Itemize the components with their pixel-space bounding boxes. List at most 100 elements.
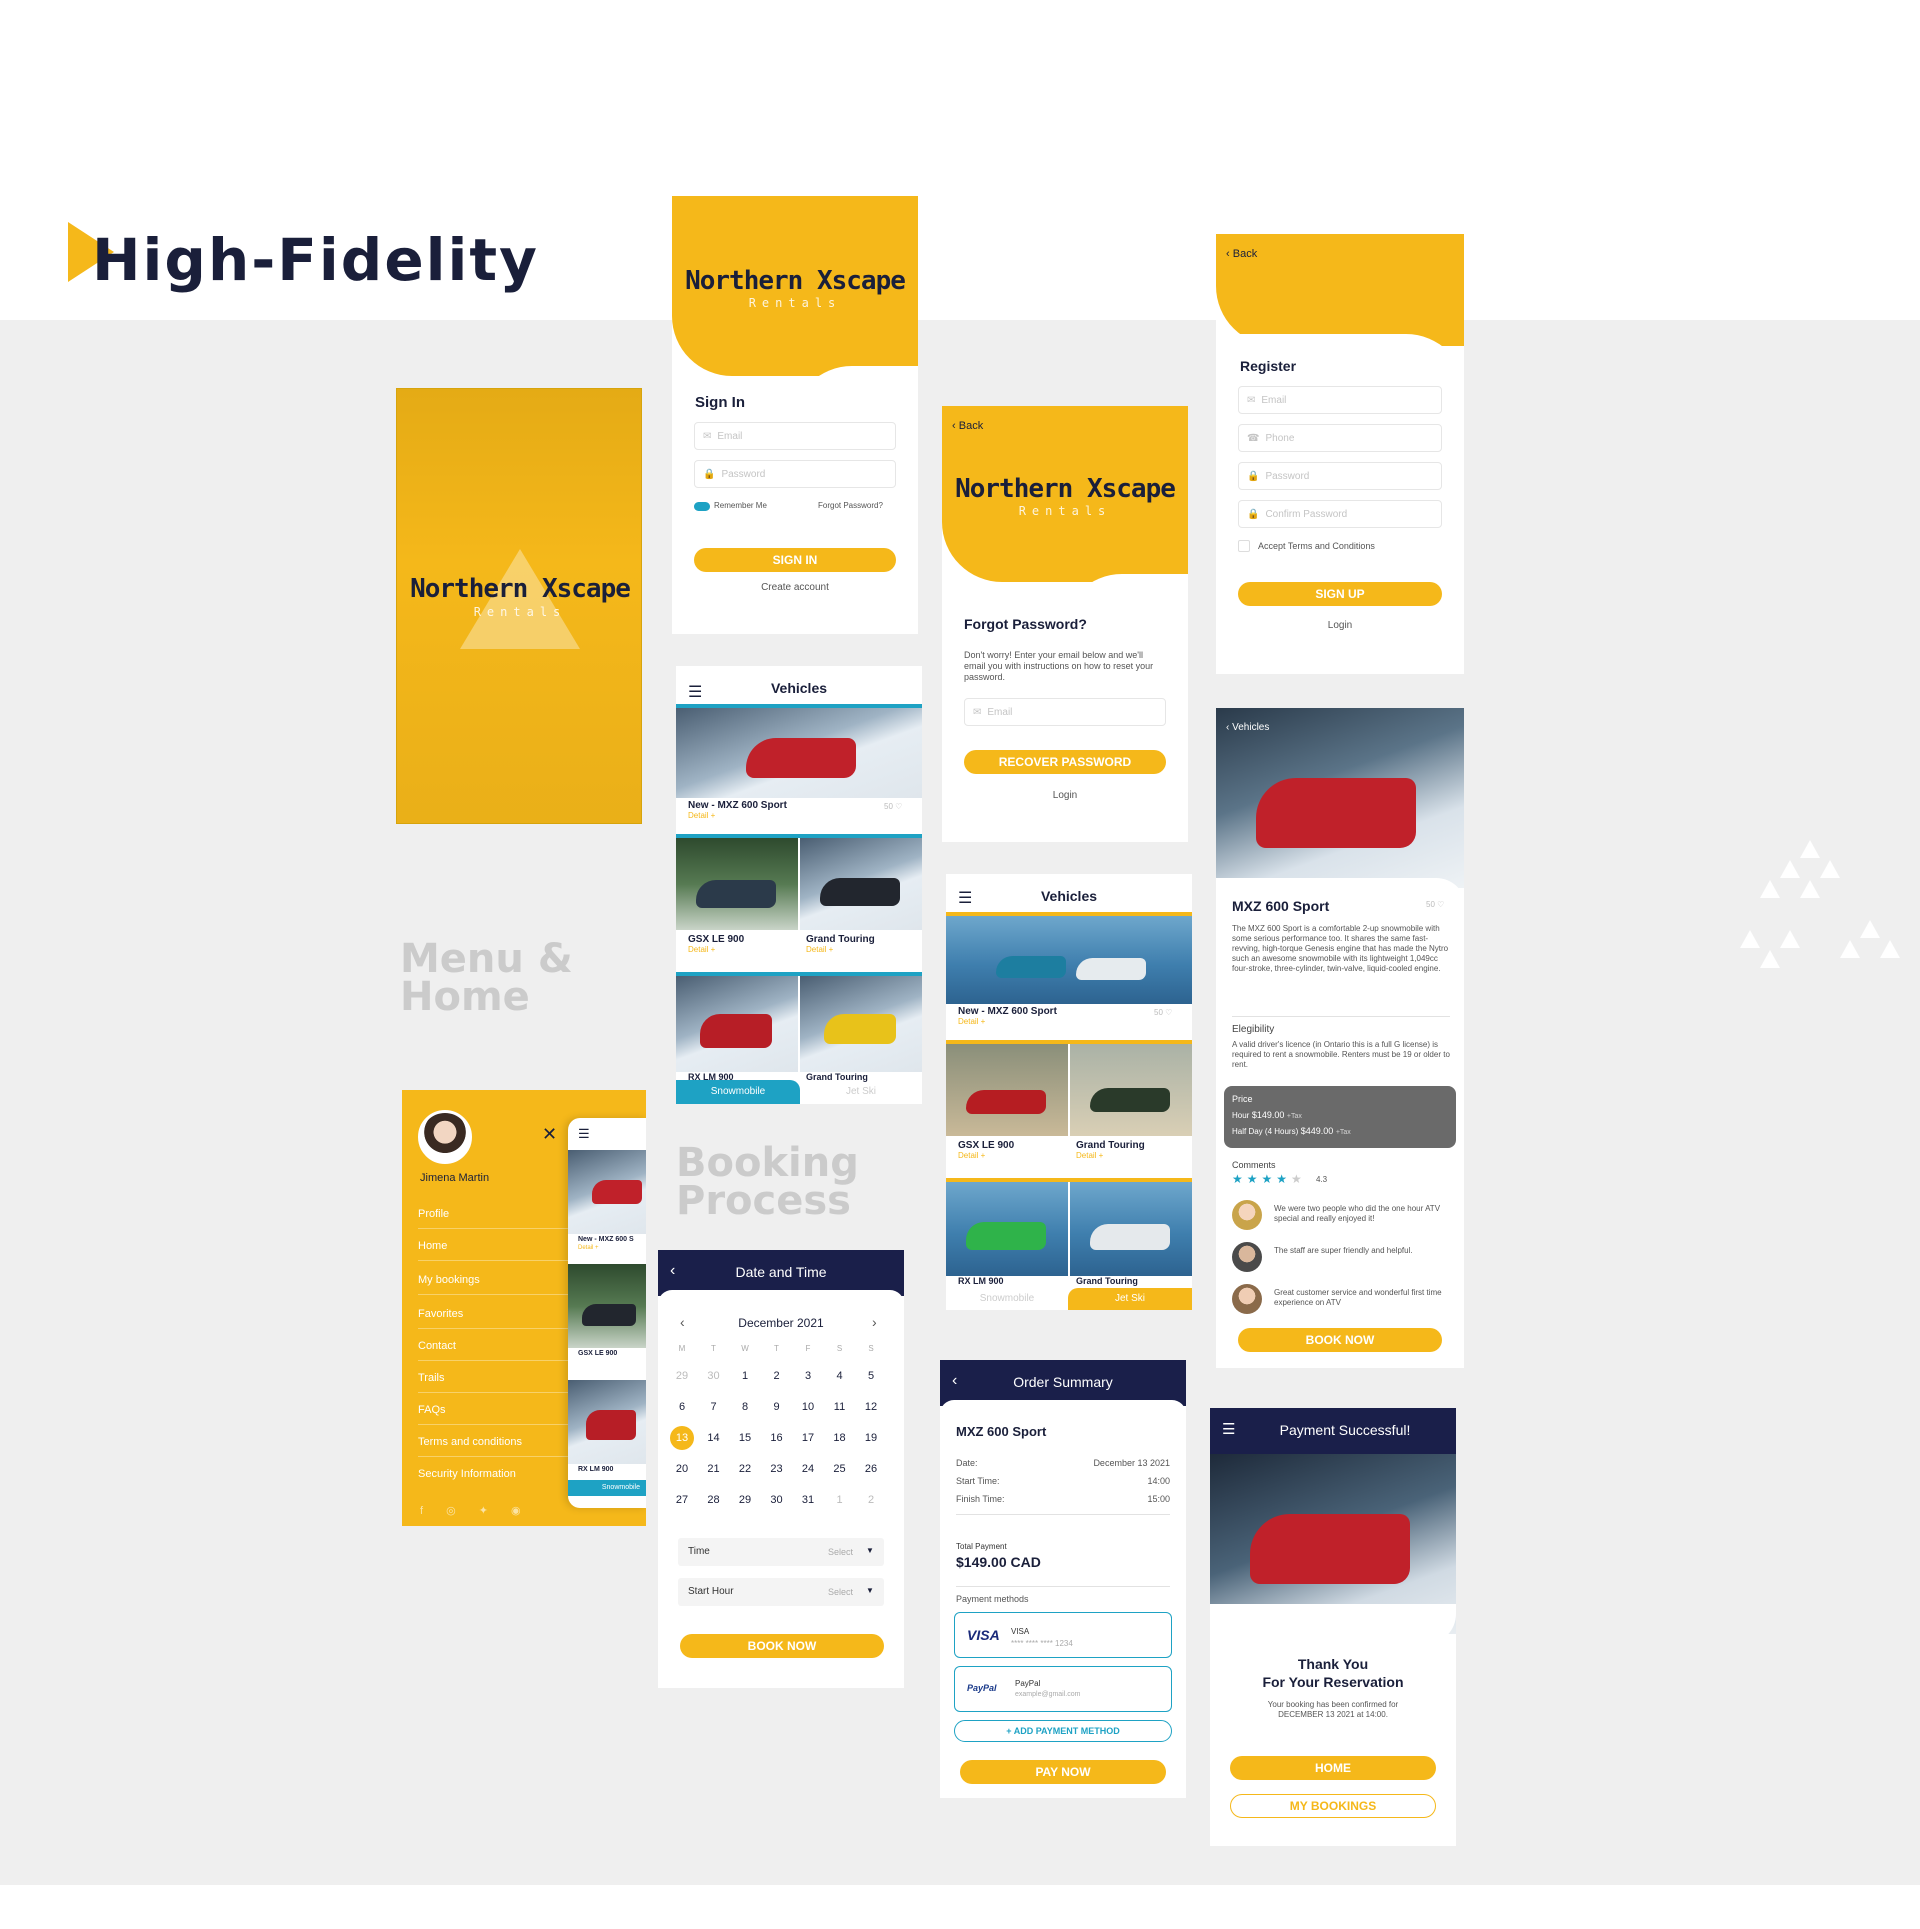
menu-icon[interactable]: ☰ [1222, 1420, 1235, 1438]
my-bookings-button[interactable]: MY BOOKINGS [1230, 1794, 1436, 1818]
calendar-day[interactable]: 6 [670, 1401, 694, 1413]
detail-link[interactable]: Detail + [688, 811, 787, 820]
terms-checkbox[interactable] [1238, 540, 1250, 552]
vehicle-photo[interactable] [676, 976, 798, 1072]
calendar-day[interactable]: 3 [796, 1370, 820, 1382]
calendar-day[interactable]: 28 [702, 1494, 726, 1506]
menu-item-favorites[interactable]: Favorites [418, 1308, 568, 1329]
next-month-icon[interactable]: › [872, 1314, 877, 1330]
calendar-day[interactable]: 2 [765, 1370, 789, 1382]
calendar-day[interactable]: 19 [859, 1432, 883, 1444]
vehicle-photo[interactable] [1070, 1044, 1192, 1136]
calendar-day[interactable]: 1 [828, 1494, 852, 1506]
vehicle-photo[interactable] [946, 916, 1192, 1004]
menu-item-security[interactable]: Security Information [418, 1468, 568, 1488]
vehicle-photo[interactable] [946, 1044, 1068, 1136]
signin-password-field[interactable]: 🔒 Password [694, 460, 896, 488]
time-select[interactable]: Time Select ▼ [678, 1538, 884, 1566]
calendar-day[interactable]: 8 [733, 1401, 757, 1413]
calendar-day[interactable]: 4 [828, 1370, 852, 1382]
vehicle-photo[interactable] [676, 838, 798, 930]
create-account-link[interactable]: Create account [672, 582, 918, 593]
calendar-day[interactable]: 18 [828, 1432, 852, 1444]
menu-item-profile[interactable]: Profile [418, 1208, 568, 1229]
datetime-book-now-button[interactable]: BOOK NOW [680, 1634, 884, 1658]
calendar-day[interactable]: 24 [796, 1463, 820, 1475]
detail-link[interactable]: Detail + [958, 1151, 1014, 1160]
calendar-day[interactable]: 9 [765, 1401, 789, 1413]
vehicle-item-3[interactable]: Grand Touring Detail + [1076, 1140, 1145, 1160]
vehicle-photo[interactable] [800, 838, 922, 930]
add-payment-button[interactable]: + ADD PAYMENT METHOD [954, 1720, 1172, 1742]
calendar-day[interactable]: 21 [702, 1463, 726, 1475]
forgot-back-button[interactable]: ‹ Back [952, 420, 983, 432]
calendar-day[interactable]: 11 [828, 1401, 852, 1413]
detail-link[interactable]: Detail + [688, 945, 744, 954]
calendar-day[interactable]: 1 [733, 1370, 757, 1382]
calendar-day[interactable]: 25 [828, 1463, 852, 1475]
calendar-day[interactable]: 23 [765, 1463, 789, 1475]
calendar-day[interactable]: 13 [670, 1426, 694, 1450]
forgot-email-field[interactable]: ✉ Email [964, 698, 1166, 726]
recover-password-button[interactable]: RECOVER PASSWORD [964, 750, 1166, 774]
register-confirm-field[interactable]: 🔒 Confirm Password [1238, 500, 1442, 528]
calendar-day[interactable]: 14 [702, 1432, 726, 1444]
calendar-day[interactable]: 16 [765, 1432, 789, 1444]
register-phone-field[interactable]: ☎ Phone [1238, 424, 1442, 452]
social-icons[interactable]: f ◎ ✦ ◉ [420, 1504, 531, 1517]
register-password-field[interactable]: 🔒 Password [1238, 462, 1442, 490]
signin-email-field[interactable]: ✉ Email [694, 422, 896, 450]
tab-snowmobile[interactable]: Snowmobile [676, 1080, 800, 1104]
calendar-day[interactable]: 15 [733, 1432, 757, 1444]
calendar-day[interactable]: 7 [702, 1401, 726, 1413]
calendar-day[interactable]: 30 [765, 1494, 789, 1506]
detail-link[interactable]: Detail + [1076, 1151, 1145, 1160]
calendar-day[interactable]: 17 [796, 1432, 820, 1444]
start-hour-select[interactable]: Start Hour Select ▼ [678, 1578, 884, 1606]
price-heart[interactable]: 50 ♡ [884, 802, 902, 811]
menu-item-contact[interactable]: Contact [418, 1340, 568, 1361]
close-icon[interactable]: ✕ [542, 1124, 557, 1145]
detail-book-now-button[interactable]: BOOK NOW [1238, 1328, 1442, 1352]
pay-now-button[interactable]: PAY NOW [960, 1760, 1166, 1784]
tab-jet-ski[interactable]: Jet Ski [1068, 1288, 1192, 1310]
vehicle-item-3[interactable]: Grand Touring Detail + [806, 934, 875, 954]
register-back-button[interactable]: ‹ Back [1226, 248, 1257, 260]
remember-toggle[interactable] [694, 502, 710, 511]
menu-item-trails[interactable]: Trails [418, 1372, 568, 1393]
menu-item-home[interactable]: Home [418, 1240, 568, 1261]
vehicle-item-5[interactable]: Grand Touring [1076, 1276, 1138, 1286]
home-button[interactable]: HOME [1230, 1756, 1436, 1780]
vehicle-photo[interactable] [1070, 1182, 1192, 1276]
register-login-link[interactable]: Login [1216, 620, 1464, 631]
paypal-method[interactable]: PayPal PayPal example@gmail.com [954, 1666, 1172, 1712]
vehicle-item-1[interactable]: New - MXZ 600 Sport Detail + [688, 800, 787, 820]
menu-item-bookings[interactable]: My bookings [418, 1274, 568, 1295]
vehicle-item-2[interactable]: GSX LE 900 Detail + [688, 934, 744, 954]
visa-method[interactable]: VISA VISA **** **** **** 1234 [954, 1612, 1172, 1658]
vehicle-item-1[interactable]: New - MXZ 600 Sport Detail + [958, 1006, 1057, 1026]
forgot-link[interactable]: Forgot Password? [818, 501, 883, 510]
calendar-day[interactable]: 2 [859, 1494, 883, 1506]
calendar-day[interactable]: 30 [702, 1370, 726, 1382]
vehicle-photo[interactable] [946, 1182, 1068, 1276]
calendar-day[interactable]: 27 [670, 1494, 694, 1506]
calendar-day[interactable]: 29 [670, 1370, 694, 1382]
menu-item-terms[interactable]: Terms and conditions [418, 1436, 568, 1457]
calendar-day[interactable]: 5 [859, 1370, 883, 1382]
forgot-login-link[interactable]: Login [942, 790, 1188, 801]
calendar-day[interactable]: 26 [859, 1463, 883, 1475]
vehicle-photo[interactable] [676, 708, 922, 798]
register-email-field[interactable]: ✉ Email [1238, 386, 1442, 414]
price-heart[interactable]: 50 ♡ [1154, 1008, 1172, 1017]
calendar-day[interactable]: 10 [796, 1401, 820, 1413]
detail-price-heart[interactable]: 50 ♡ [1426, 900, 1444, 909]
menu-item-faqs[interactable]: FAQs [418, 1404, 568, 1425]
signin-button[interactable]: SIGN IN [694, 548, 896, 572]
calendar-day[interactable]: 12 [859, 1401, 883, 1413]
detail-link[interactable]: Detail + [806, 945, 875, 954]
calendar-day[interactable]: 31 [796, 1494, 820, 1506]
menu-icon[interactable]: ☰ [578, 1126, 590, 1142]
vehicle-item-4[interactable]: RX LM 900 [958, 1276, 1004, 1286]
signup-button[interactable]: SIGN UP [1238, 582, 1442, 606]
